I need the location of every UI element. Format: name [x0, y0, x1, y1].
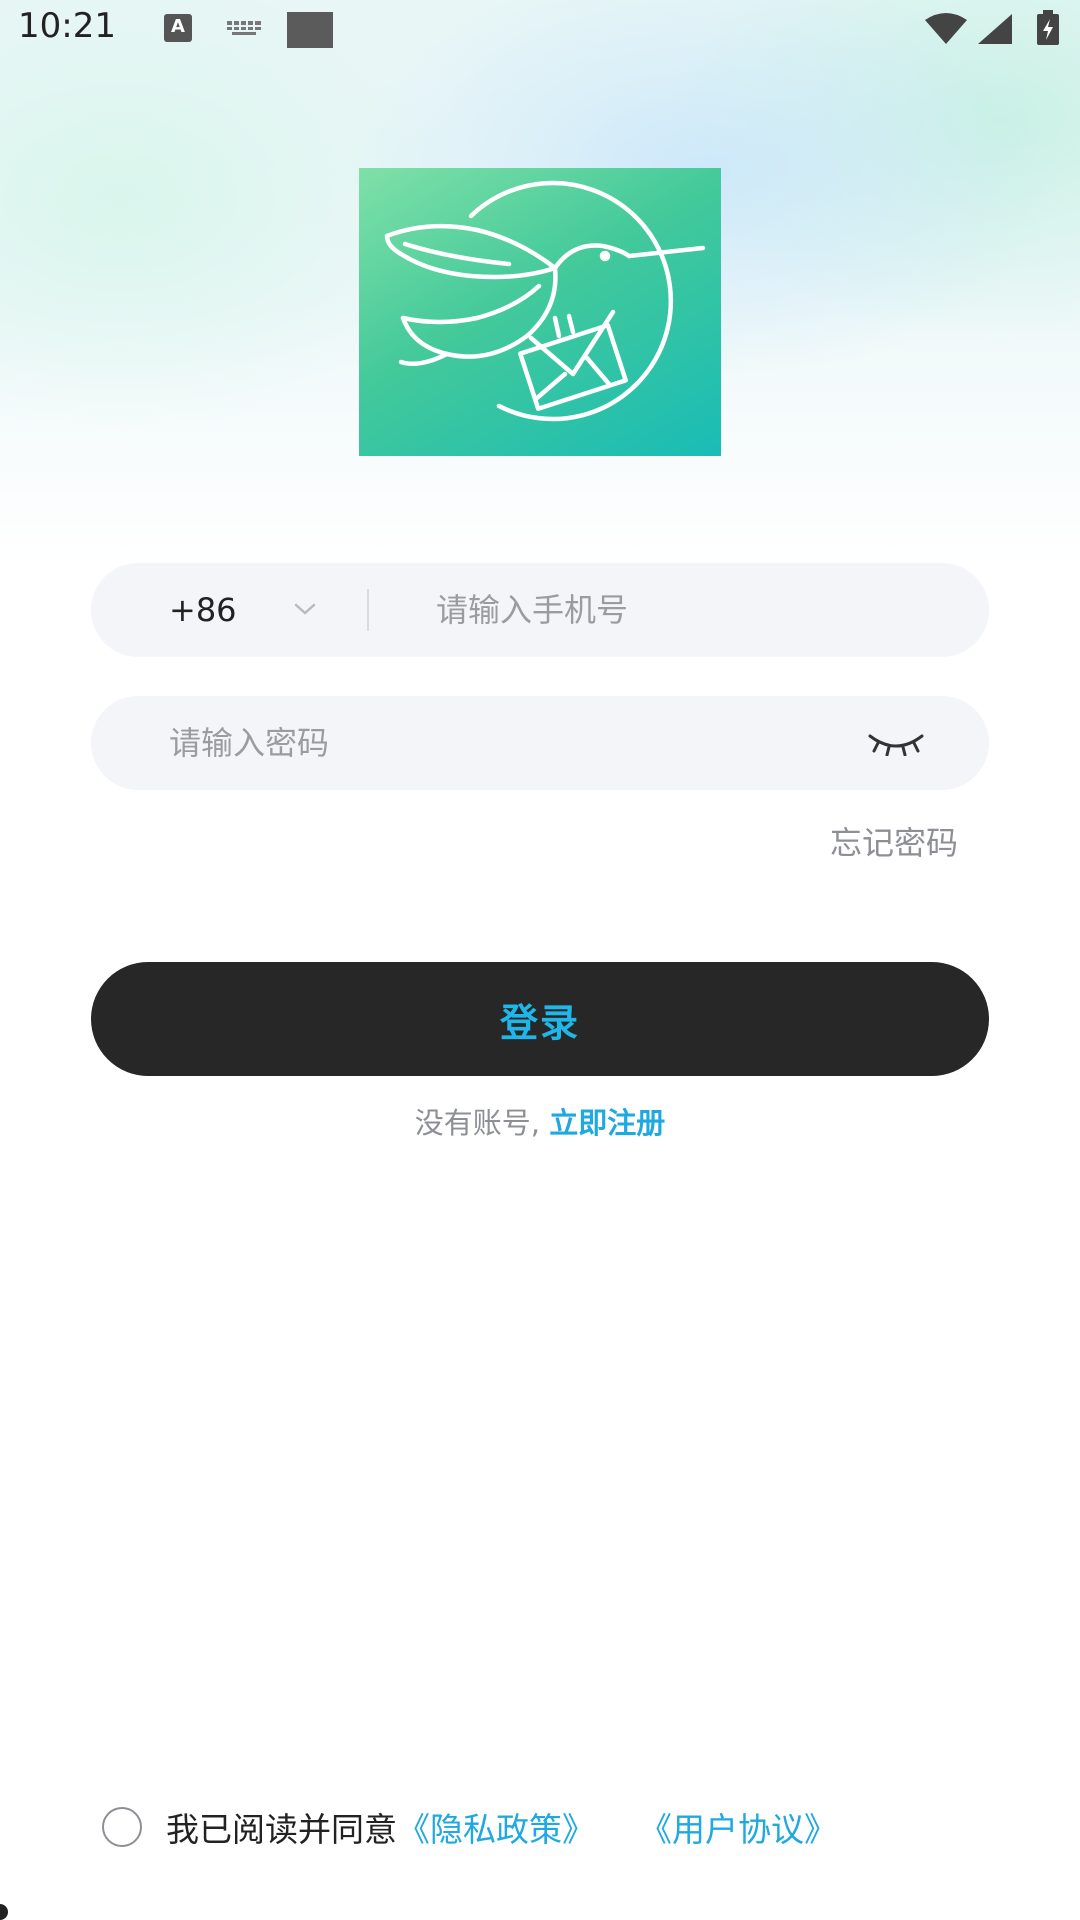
status-bar: 10:21 A	[0, 0, 1080, 60]
wifi-icon	[925, 13, 967, 44]
phone-input[interactable]	[436, 563, 956, 657]
agreement-text: 我已阅读并同意	[166, 1810, 397, 1849]
register-prompt: 没有账号,	[414, 1106, 540, 1140]
register-link[interactable]: 立即注册	[549, 1106, 665, 1140]
battery-charging-icon	[1037, 10, 1059, 45]
agree-checkbox[interactable]	[102, 1807, 142, 1847]
login-screen: 10:21 A +86 请输入手机号 忘记密码 登录 没有账号, 立即注册 我已…	[0, 0, 1080, 1920]
chevron-down-icon[interactable]	[293, 601, 317, 617]
hummingbird-envelope-icon	[384, 180, 706, 422]
agreement-row: 我已阅读并同意 《隐私政策》 《用户协议》	[102, 1803, 837, 1851]
user-agreement-link[interactable]: 《用户协议》	[639, 1803, 837, 1851]
app-logo	[359, 168, 721, 456]
login-button[interactable]: 登录	[91, 962, 989, 1076]
eye-closed-icon[interactable]	[867, 730, 925, 756]
password-input[interactable]	[169, 696, 869, 790]
status-time: 10:21	[18, 6, 116, 46]
field-divider	[367, 589, 369, 631]
corner-mark	[0, 1904, 8, 1920]
phone-field: +86	[91, 563, 989, 657]
country-code-selector[interactable]: +86	[169, 563, 237, 657]
text-a-icon: A	[164, 14, 192, 42]
square-icon	[287, 12, 333, 48]
signal-icon	[978, 14, 1012, 44]
keyboard-icon	[227, 21, 261, 35]
register-row: 没有账号, 立即注册	[0, 1100, 1080, 1142]
forgot-password-link[interactable]: 忘记密码	[830, 818, 958, 864]
privacy-policy-link[interactable]: 《隐私政策》	[397, 1803, 595, 1851]
password-field	[91, 696, 989, 790]
